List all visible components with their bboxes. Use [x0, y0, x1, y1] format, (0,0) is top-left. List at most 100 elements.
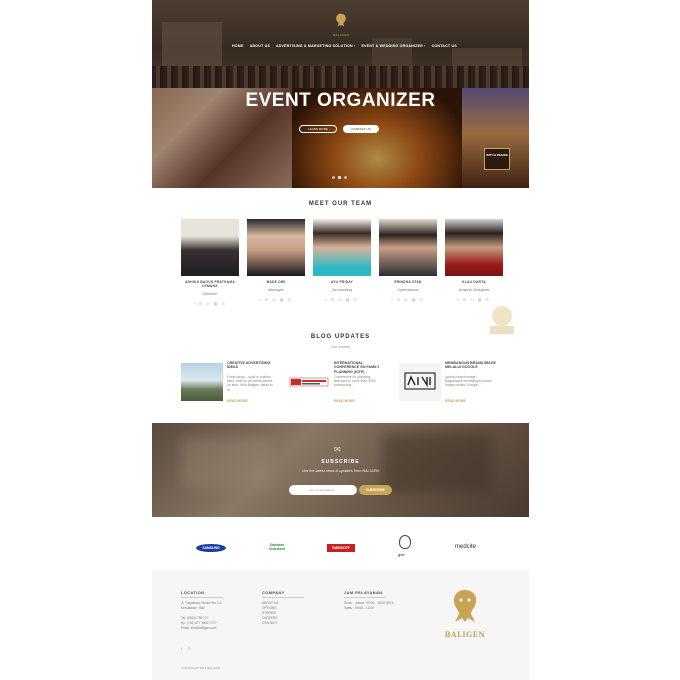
blog-post: MEMBANGUN BRAND IMAGE MELALUI GOOGLE Apa…	[399, 361, 496, 411]
footer-location: LOCATION Jl. Tunjakulan Teruko No.7 A Ke…	[181, 591, 223, 630]
subscribe-button[interactable]: SUBSCRIBE	[359, 485, 392, 495]
team-member: ADHIKA BAGUS PRATHAMA LEMANA Director f …	[181, 219, 239, 306]
blog-post: CREATIVE ADVERTISING IDEAS Great ideas –…	[181, 361, 273, 411]
team-member: ERINDHA STAN Operational f ✉ ◎ ▦ ✆	[379, 219, 437, 302]
member-photo	[313, 219, 371, 276]
footer-company: COMPANY ABOUT US OPTIONS STORIES CAREERS…	[262, 591, 304, 625]
slider-dot[interactable]	[332, 176, 335, 179]
subscribe-title: SUBSCRIBE	[321, 459, 360, 465]
footer-hours-heading: JAM PELAYANAN	[344, 591, 386, 598]
hero-poster-label: WITCH RESIDE	[486, 153, 508, 157]
client-logo-standard-chartered: Standard Chartered	[268, 543, 286, 551]
hero-title: EVENT ORGANIZER	[245, 90, 436, 111]
hero-contact-button[interactable]: CONTACT US	[343, 125, 379, 133]
header-logo[interactable]: BALIGEN	[333, 12, 350, 37]
footer-location-heading: LOCATION	[181, 591, 223, 598]
member-role: Accounting	[332, 287, 352, 292]
slider-dot[interactable]	[344, 176, 347, 179]
footer-hours-line: Senin - Jumat : 09:00 - 18:00 WITA	[344, 601, 394, 605]
nav-about[interactable]: ABOUT US	[250, 44, 270, 48]
footer-hours-line: Sabtu : 09:00 - 13:00	[344, 606, 374, 610]
footer-link-careers[interactable]: CAREERS	[262, 616, 304, 620]
client-logo-smirnoff: SMIRNOFF	[327, 544, 355, 552]
slider-dot-active[interactable]	[338, 176, 341, 179]
member-role: Operational	[397, 287, 419, 292]
footer-email[interactable]: Email. info@baligen.com	[181, 626, 223, 630]
nav-event[interactable]: EVENT & WEDDING ORGANIZER ›	[361, 44, 425, 48]
member-name: ERINDHA STAN	[394, 280, 422, 284]
member-role: Director	[202, 291, 217, 296]
envelope-icon: ✉	[334, 445, 341, 454]
gcd-emblem-icon	[399, 535, 411, 549]
team-member: AYU PRIDAY Accounting f ✉ ◎ ▦ ✆	[313, 219, 371, 302]
post-excerpt: Conference for planning attended to more…	[334, 375, 376, 388]
footer-hours: JAM PELAYANAN Senin - Jumat : 09:00 - 18…	[344, 591, 394, 610]
footer-logo-text: BALIGEN	[444, 630, 486, 639]
page: BALIGEN HOME ABOUT US ADVERTISING & MARK…	[152, 0, 529, 680]
blog-post: INTERNATIONAL CONFERENCE ON FAMILY PLANN…	[288, 361, 379, 411]
footer-link-stories[interactable]: STORIES	[262, 611, 304, 615]
read-more-link[interactable]: READ MORE	[445, 399, 466, 403]
member-social-icons[interactable]: f ✉ ◎ ▦ ✆	[313, 297, 371, 302]
member-role: Graphic Designer	[458, 287, 490, 292]
client-logo-medcite: medcite	[455, 544, 477, 550]
nav-advertising[interactable]: ADVERTISING & MARKETING SOLUTION ›	[276, 44, 355, 48]
team-member: KLAU DARTA Graphic Designer f ✉ ◎ ▦ ✆	[445, 219, 503, 302]
footer-link-contact[interactable]: CONTACT	[262, 621, 304, 625]
nav-contact[interactable]: CONTACT US	[432, 44, 457, 48]
team-grid: ADHIKA BAGUS PRATHAMA LEMANA Director f …	[181, 219, 503, 309]
team-title: MEET OUR TEAM	[308, 201, 373, 207]
post-title[interactable]: CREATIVE ADVERTISING IDEAS	[227, 361, 279, 370]
footer-logo[interactable]: BALIGEN	[439, 588, 491, 639]
client-logo-samsung: SAMSUNG	[196, 544, 226, 552]
read-more-link[interactable]: READ MORE	[227, 399, 248, 403]
brand-sketch-icon	[404, 372, 436, 390]
footer-link-options[interactable]: OPTIONS	[262, 606, 304, 610]
read-more-link[interactable]: READ MORE	[334, 399, 355, 403]
lion-logo-icon	[336, 13, 346, 27]
icfp-logo-icon	[289, 377, 329, 387]
footer-location-line: Kerobokan · Bali	[181, 606, 205, 610]
header-logo-text: BALIGEN	[333, 33, 350, 37]
footer: LOCATION Jl. Tunjakulan Teruko No.7 A Ke…	[152, 571, 529, 680]
post-excerpt: Apa itu brand image? Bagaimana membangun…	[445, 375, 492, 388]
main-nav: HOME ABOUT US ADVERTISING & MARKETING SO…	[232, 44, 457, 48]
hero-learn-more-button[interactable]: LEARN MORE	[299, 125, 337, 133]
footer-social-icons[interactable]: f ◎	[181, 646, 193, 651]
team-member: MADE DWI Manager f ✉ ◎ ▦ ✆	[247, 219, 305, 302]
footer-location-line: Jl. Tunjakulan Teruko No.7 A	[181, 601, 222, 605]
post-title[interactable]: INTERNATIONAL CONFERENCE ON FAMILY PLANN…	[334, 361, 386, 374]
subscribe-email-input[interactable]: your email address	[289, 485, 357, 495]
footer-link-about[interactable]: ABOUT US	[262, 601, 304, 605]
member-name: AYU PRIDAY	[330, 280, 354, 284]
slider-dots	[332, 176, 347, 179]
blog-title: BLOG UPDATES	[310, 334, 371, 340]
client-logo-gcd: gcd	[398, 553, 405, 557]
post-thumbnail[interactable]	[181, 363, 223, 401]
member-photo	[445, 219, 503, 276]
footer-mobile: Hp. (+62) 877 9802 ????	[181, 621, 217, 625]
nav-home[interactable]: HOME	[232, 44, 244, 48]
hero-section: BALIGEN HOME ABOUT US ADVERTISING & MARK…	[152, 0, 529, 188]
decorative-lion-icon	[490, 306, 514, 334]
post-thumbnail[interactable]	[288, 363, 330, 401]
post-title[interactable]: MEMBANGUN BRAND IMAGE MELALUI GOOGLE	[445, 361, 497, 370]
member-name: KLAU DARTA	[462, 280, 486, 284]
blog-subtitle: Our stories	[330, 344, 351, 349]
blog-posts: CREATIVE ADVERTISING IDEAS Great ideas –…	[181, 361, 511, 411]
post-thumbnail[interactable]	[399, 363, 441, 401]
member-name: ADHIKA BAGUS PRATHAMA LEMANA	[185, 280, 235, 288]
post-excerpt: Great ideas – solid in outdoor sites, be…	[227, 375, 273, 392]
member-name: MADE DWI	[266, 280, 286, 284]
client-logos: SAMSUNG Standard Chartered SMIRNOFF gcd …	[152, 533, 529, 563]
member-role: Manager	[268, 287, 284, 292]
subscribe-text: Get the latest news & updates from BALIG…	[302, 469, 379, 473]
member-photo	[181, 219, 239, 276]
member-social-icons[interactable]: f ✉ ◎ ▦ ✆	[247, 297, 305, 302]
subscribe-section: ✉ SUBSCRIBE Get the latest news & update…	[152, 423, 529, 517]
member-social-icons[interactable]: f ✉ ◎ ▦ ✆	[181, 301, 239, 306]
hero-poster: WITCH RESIDE	[484, 148, 510, 170]
copyright: COPYRIGHT 2015 BALIGEN	[181, 666, 221, 670]
member-photo	[379, 219, 437, 276]
member-social-icons[interactable]: f ✉ ◎ ▦ ✆	[379, 297, 437, 302]
